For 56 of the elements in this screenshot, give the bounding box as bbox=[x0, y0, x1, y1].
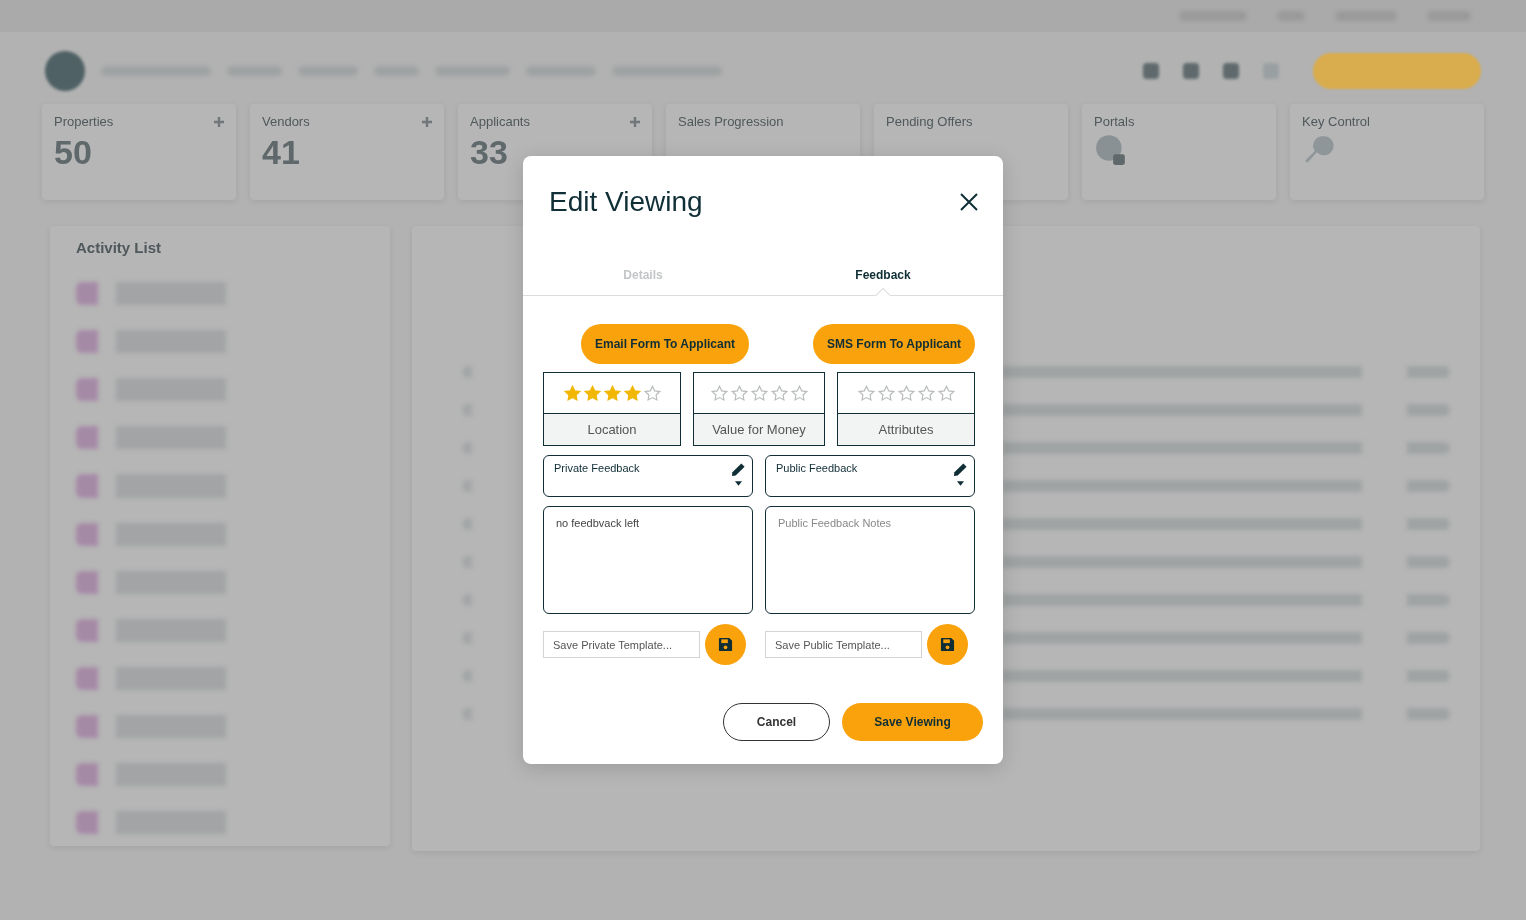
plus-icon[interactable] bbox=[630, 116, 640, 127]
toolbar-icon[interactable] bbox=[1223, 63, 1239, 79]
cancel-button[interactable]: Cancel bbox=[723, 703, 830, 741]
star-icon[interactable] bbox=[623, 384, 641, 402]
save-button[interactable]: Save Viewing bbox=[842, 703, 983, 741]
feedback-dropdown[interactable]: Public Feedback bbox=[765, 455, 975, 497]
star-icon[interactable] bbox=[710, 384, 728, 402]
rating-label: Location bbox=[544, 414, 680, 445]
feedback-dropdown[interactable]: Private Feedback bbox=[543, 455, 753, 497]
star-icon[interactable] bbox=[877, 384, 895, 402]
stat-label: Pending Offers bbox=[886, 114, 973, 129]
rating-label: Value for Money bbox=[694, 414, 824, 445]
plus-icon[interactable] bbox=[422, 116, 432, 127]
caret-icon[interactable] bbox=[735, 481, 742, 486]
rating-label: Attributes bbox=[838, 414, 974, 445]
close-icon[interactable] bbox=[959, 192, 979, 212]
plus-icon[interactable] bbox=[214, 116, 224, 127]
star-icon[interactable] bbox=[770, 384, 788, 402]
star-icon[interactable] bbox=[750, 384, 768, 402]
notes-field[interactable]: no feedbvack left bbox=[543, 506, 753, 614]
star-icon[interactable] bbox=[790, 384, 808, 402]
star-icon[interactable] bbox=[857, 384, 875, 402]
globe-icon bbox=[1094, 133, 1128, 167]
template-field[interactable]: Save Public Template... bbox=[765, 631, 922, 658]
stat-label: Portals bbox=[1094, 114, 1135, 129]
account-button[interactable] bbox=[1313, 53, 1481, 89]
star-icon[interactable] bbox=[730, 384, 748, 402]
toolbar-icon[interactable] bbox=[1143, 63, 1159, 79]
stat-label: Properties bbox=[54, 114, 114, 129]
star-icon[interactable] bbox=[603, 384, 621, 402]
dialog-title: Edit Viewing bbox=[549, 186, 703, 218]
stat-label: Vendors bbox=[262, 114, 310, 129]
star-icon[interactable] bbox=[583, 384, 601, 402]
pencil-icon[interactable] bbox=[953, 462, 968, 477]
star-icon[interactable] bbox=[937, 384, 955, 402]
stat-value: 33 bbox=[470, 133, 509, 172]
star-icon[interactable] bbox=[917, 384, 935, 402]
logo-icon[interactable] bbox=[45, 51, 85, 91]
send-form-button[interactable]: Email Form To Applicant bbox=[581, 324, 749, 364]
stat-label: Key Control bbox=[1302, 114, 1370, 129]
stat-label: Applicants bbox=[470, 114, 530, 129]
save-template-button[interactable] bbox=[927, 624, 968, 665]
caret-icon[interactable] bbox=[957, 481, 964, 486]
toolbar-icon[interactable] bbox=[1183, 63, 1199, 79]
star-icon[interactable] bbox=[563, 384, 581, 402]
panel-title: Activity List bbox=[76, 239, 162, 257]
stat-value: 41 bbox=[262, 133, 301, 172]
send-form-button[interactable]: SMS Form To Applicant bbox=[813, 324, 975, 364]
notes-field[interactable]: Public Feedback Notes bbox=[765, 506, 975, 614]
star-icon[interactable] bbox=[897, 384, 915, 402]
pencil-icon[interactable] bbox=[731, 462, 746, 477]
save-template-button[interactable] bbox=[705, 624, 746, 665]
stat-label: Sales Progression bbox=[678, 114, 784, 129]
stat-value: 50 bbox=[54, 133, 93, 172]
template-field[interactable]: Save Private Template... bbox=[543, 631, 700, 658]
star-icon[interactable] bbox=[643, 384, 661, 402]
